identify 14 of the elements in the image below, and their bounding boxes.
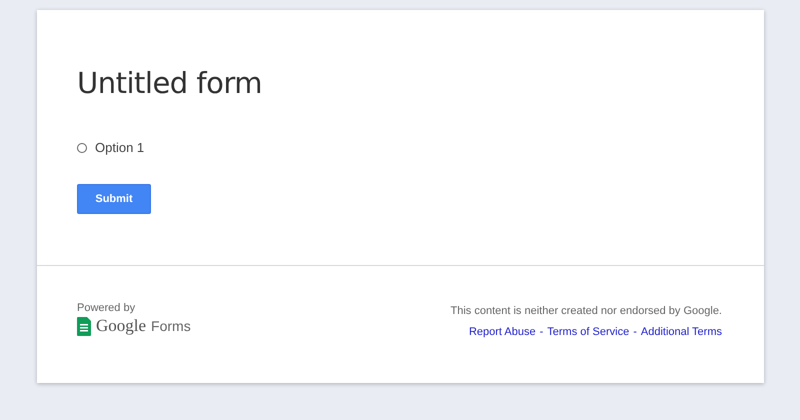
submit-button[interactable]: Submit: [77, 184, 151, 214]
forms-logo-icon: [77, 316, 91, 336]
footer-link[interactable]: Terms of Service: [547, 326, 630, 338]
footer-link[interactable]: Additional Terms: [640, 326, 722, 338]
logo-product-text: Forms: [151, 318, 191, 334]
footer-link[interactable]: Report Abuse: [468, 326, 536, 338]
form-title: Untitled form: [77, 66, 264, 100]
radio-button[interactable]: [77, 142, 87, 152]
link-separator: -: [540, 326, 544, 338]
powered-by-text: Powered by: [77, 302, 136, 314]
disclaimer-text: This content is neither created nor endorsed by Google.: [450, 305, 722, 317]
link-separator: -: [633, 326, 637, 338]
option-label[interactable]: Option 1: [95, 140, 144, 155]
logo-brand-text: Google: [96, 316, 146, 336]
